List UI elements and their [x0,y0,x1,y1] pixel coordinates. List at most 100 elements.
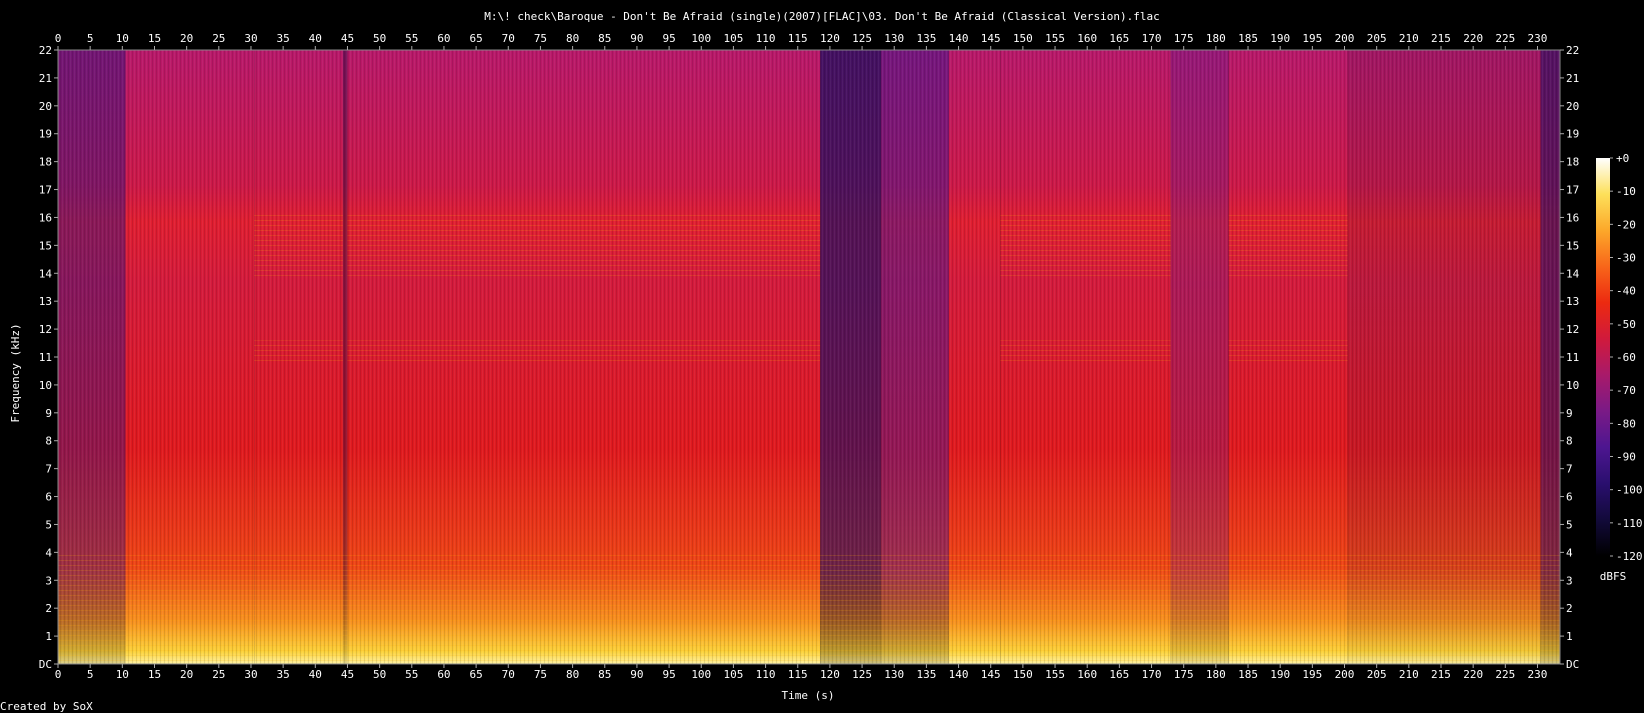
y-right-tick-label-18: 18 [1566,156,1579,169]
x-bottom-tick-label-10: 50 [373,668,386,681]
x-top-tick-label-24: 120 [820,32,840,45]
y-right-tick-label-17: 17 [1566,184,1579,197]
x-axis-top: 0 5 10 15 20 25 30 35 40 45 50 55 60 65 70 75 80 85 90 95 10… [55,32,1548,50]
y-right-tick-label-19: 19 [1566,128,1579,141]
y-right-tick-label-2: 2 [1566,602,1573,615]
colorbar-tick-label-11: -110 [1616,517,1643,530]
x-top-tick-label-25: 125 [852,32,872,45]
x-top-tick-label-44: 220 [1463,32,1483,45]
x-bottom-tick-label-41: 205 [1367,668,1387,681]
y-right-tick-label-1: 1 [1566,630,1573,643]
x-top-tick-label-0: 0 [55,32,62,45]
x-top-tick-label-37: 185 [1238,32,1258,45]
colorbar-label: dBFS [1600,570,1627,583]
x-top-tick-label-2: 10 [116,32,129,45]
x-bottom-tick-label-7: 35 [277,668,290,681]
x-bottom-tick-label-29: 145 [981,668,1001,681]
y-right-tick-label-0: DC [1566,658,1579,671]
x-top-tick-label-30: 150 [1013,32,1033,45]
y-left-tick-label-12: 12 [39,323,52,336]
x-bottom-tick-label-32: 160 [1077,668,1097,681]
x-bottom-tick-label-6: 30 [244,668,257,681]
colorbar: +0 -10 -20 -30 -40 -50 -60 -70 -80 -90 -100 -110 -12… [1596,152,1643,583]
x-top-tick-label-9: 45 [341,32,354,45]
x-top-tick-label-17: 85 [598,32,611,45]
y-right-tick-label-22: 22 [1566,44,1579,57]
x-bottom-tick-label-25: 125 [852,668,872,681]
y-right-tick-label-16: 16 [1566,211,1579,224]
x-top-tick-label-20: 100 [691,32,711,45]
x-bottom-tick-label-40: 200 [1335,668,1355,681]
y-left-tick-label-7: 7 [45,463,52,476]
x-bottom-tick-label-16: 80 [566,668,579,681]
y-left-tick-label-19: 19 [39,128,52,141]
y-left-tick-label-4: 4 [45,546,52,559]
x-bottom-tick-label-24: 120 [820,668,840,681]
y-left-tick-label-13: 13 [39,295,52,308]
x-axis-label: Time (s) [782,689,835,702]
x-bottom-tick-label-19: 95 [662,668,675,681]
y-right-tick-label-7: 7 [1566,463,1573,476]
y-right-tick-label-13: 13 [1566,295,1579,308]
x-bottom-tick-label-9: 45 [341,668,354,681]
x-top-tick-label-35: 175 [1174,32,1194,45]
x-bottom-tick-label-17: 85 [598,668,611,681]
x-bottom-tick-label-1: 5 [87,668,94,681]
y-right-tick-label-6: 6 [1566,491,1573,504]
y-axis-right: DC12345678910111213141516171819202122 [1560,44,1580,671]
x-top-tick-label-3: 15 [148,32,161,45]
x-bottom-tick-label-26: 130 [884,668,904,681]
colorbar-tick-label-1: -10 [1616,185,1636,198]
x-bottom-tick-label-11: 55 [405,668,418,681]
x-bottom-tick-label-14: 70 [502,668,515,681]
y-left-tick-label-15: 15 [39,239,52,252]
x-bottom-tick-label-35: 175 [1174,668,1194,681]
colorbar-tick-label-4: -40 [1616,285,1636,298]
x-top-tick-label-23: 115 [788,32,808,45]
y-right-tick-label-3: 3 [1566,574,1573,587]
colorbar-tick-label-0: +0 [1616,152,1629,165]
colorbar-gradient [1596,158,1610,556]
x-top-tick-label-13: 65 [469,32,482,45]
x-bottom-tick-label-8: 40 [309,668,322,681]
x-bottom-tick-label-20: 100 [691,668,711,681]
x-top-tick-label-46: 230 [1528,32,1548,45]
spectrogram-chart: M:\! check\Baroque - Don't Be Afraid (si… [0,10,1643,713]
x-top-tick-label-42: 210 [1399,32,1419,45]
x-top-tick-label-27: 135 [916,32,936,45]
x-bottom-tick-label-33: 165 [1109,668,1129,681]
y-left-tick-label-22: 22 [39,44,52,57]
x-bottom-tick-label-12: 60 [437,668,450,681]
y-right-tick-label-4: 4 [1566,546,1573,559]
x-top-tick-label-41: 205 [1367,32,1387,45]
x-bottom-tick-label-37: 185 [1238,668,1258,681]
x-top-tick-label-29: 145 [981,32,1001,45]
y-right-tick-label-15: 15 [1566,239,1579,252]
y-left-tick-label-17: 17 [39,184,52,197]
colorbar-tick-label-2: -20 [1616,218,1636,231]
x-top-tick-label-10: 50 [373,32,386,45]
y-right-tick-label-5: 5 [1566,518,1573,531]
y-axis-left: DC12345678910111213141516171819202122 [39,44,58,671]
x-top-tick-label-11: 55 [405,32,418,45]
x-bottom-tick-label-38: 190 [1270,668,1290,681]
x-top-tick-label-22: 110 [756,32,776,45]
x-top-tick-label-26: 130 [884,32,904,45]
x-bottom-tick-label-5: 25 [212,668,225,681]
colorbar-tick-label-12: -120 [1616,550,1643,563]
x-top-tick-label-6: 30 [244,32,257,45]
x-top-tick-label-34: 170 [1142,32,1162,45]
x-bottom-tick-label-22: 110 [756,668,776,681]
x-bottom-tick-label-36: 180 [1206,668,1226,681]
y-left-tick-label-14: 14 [39,267,53,280]
y-right-tick-label-12: 12 [1566,323,1579,336]
x-top-tick-label-33: 165 [1109,32,1129,45]
x-top-tick-label-5: 25 [212,32,225,45]
x-top-tick-label-16: 80 [566,32,579,45]
x-axis-bottom: 0 5 10 15 20 25 30 35 40 45 50 55 60 65 70 75 80 85 90 95 10… [55,664,1547,681]
y-right-tick-label-21: 21 [1566,72,1579,85]
y-left-tick-label-0: DC [39,658,52,671]
y-axis-label: Frequency (kHz) [9,323,22,422]
x-top-tick-label-40: 200 [1335,32,1355,45]
y-left-tick-label-2: 2 [45,602,52,615]
